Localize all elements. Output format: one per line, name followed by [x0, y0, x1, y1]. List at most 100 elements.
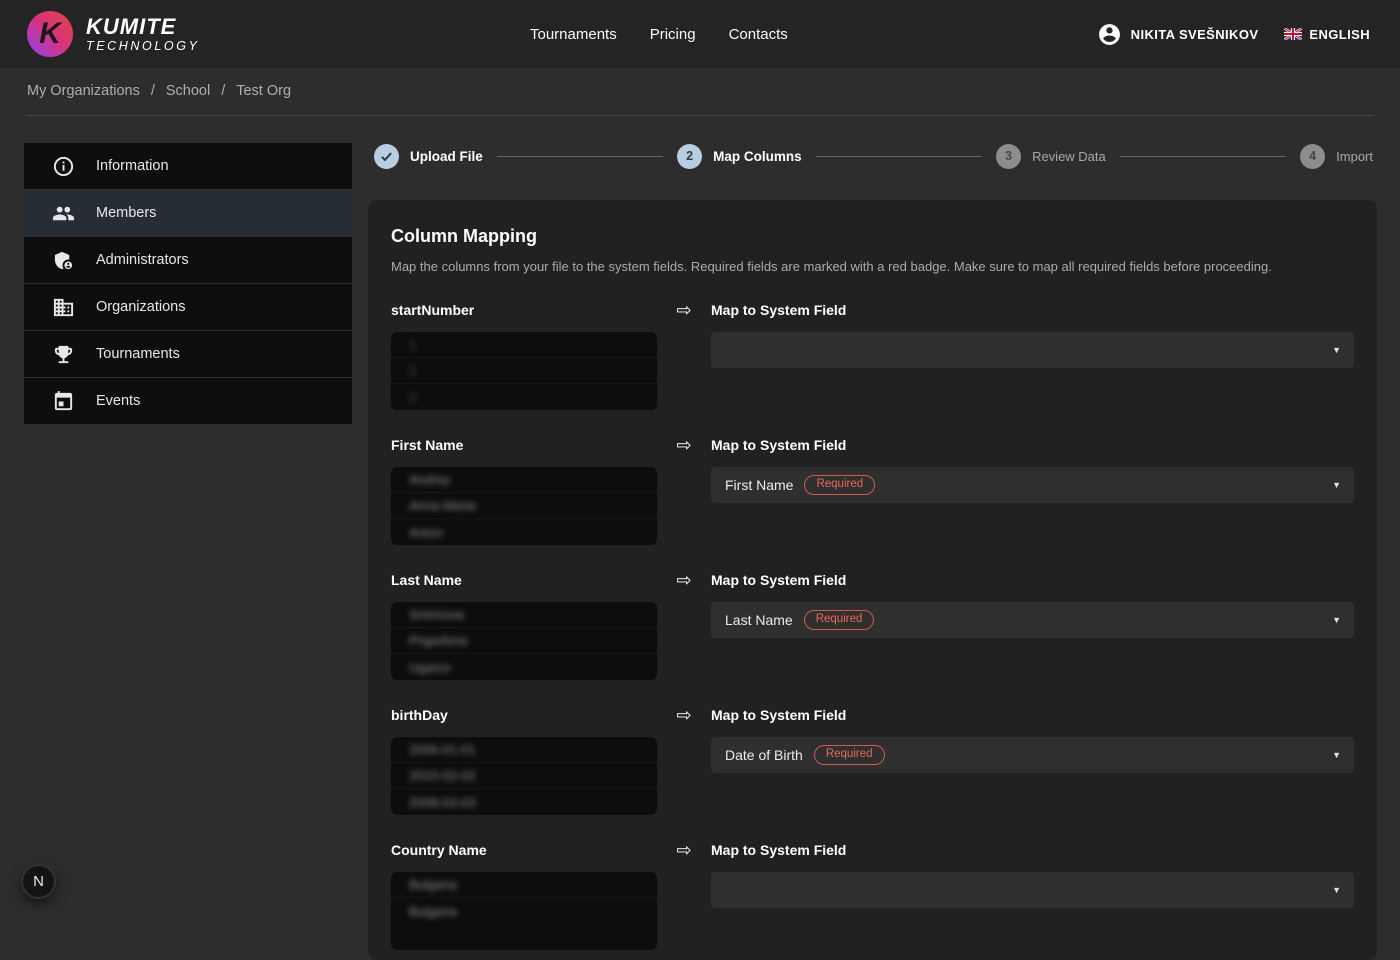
required-badge: Required: [804, 610, 875, 631]
column-mapping-panel: Column Mapping Map the columns from your…: [368, 200, 1377, 960]
source-column-name: Last Name: [391, 572, 657, 588]
sample-values-box: Bulgaria Bulgaria: [391, 872, 657, 950]
sample-values-box: Smirnova Prigorkina Ugarov: [391, 602, 657, 680]
sample-value-blurred: 2010-02-02: [409, 768, 476, 783]
step-label: Upload File: [410, 149, 483, 164]
sidebar-item-label: Administrators: [96, 252, 189, 268]
system-field-select[interactable]: Date of Birth Required ▼: [711, 737, 1354, 773]
breadcrumb-my-organizations[interactable]: My Organizations: [27, 83, 140, 99]
sample-value-blurred: 2006-01-01: [409, 742, 476, 757]
stepper-connector: [497, 156, 663, 157]
nav-link-contacts[interactable]: Contacts: [729, 26, 788, 43]
step-label: Import: [1336, 149, 1373, 164]
panel-description: Map the columns from your file to the sy…: [391, 259, 1354, 274]
sidebar-item-label: Members: [96, 205, 156, 221]
step-upload-file[interactable]: Upload File: [374, 144, 483, 169]
breadcrumb-separator: /: [151, 83, 155, 99]
breadcrumb-school[interactable]: School: [166, 83, 210, 99]
panel-title: Column Mapping: [391, 226, 1354, 247]
selected-field-value: Last Name: [725, 612, 793, 628]
sidebar-item-tournaments[interactable]: Tournaments: [24, 331, 352, 377]
arrow-right-icon: ⇨: [657, 301, 711, 319]
mapping-row-birthday: birthDay ⇨ Map to System Field 2006-01-0…: [391, 706, 1354, 815]
source-column-name: startNumber: [391, 302, 657, 318]
mapping-row-startnumber: startNumber ⇨ Map to System Field 1 2 3 …: [391, 301, 1354, 410]
required-badge: Required: [804, 475, 875, 496]
step-label: Map Columns: [713, 149, 802, 164]
sample-value-blurred: Prigorkina: [409, 633, 468, 648]
sidebar-item-label: Tournaments: [96, 346, 180, 362]
step-map-columns[interactable]: 2 Map Columns: [677, 144, 802, 169]
kumite-logo-icon: K: [27, 11, 73, 57]
sample-value-blurred: Anna Maria: [409, 498, 475, 513]
members-icon: [52, 202, 75, 225]
floating-widget-button[interactable]: N: [21, 864, 56, 899]
arrow-right-icon: ⇨: [657, 436, 711, 454]
language-label: ENGLISH: [1309, 27, 1370, 42]
chevron-down-icon: ▼: [1332, 345, 1341, 355]
chevron-down-icon: ▼: [1332, 750, 1341, 760]
system-field-select[interactable]: First Name Required ▼: [711, 467, 1354, 503]
sample-value-blurred: Bulgaria: [409, 904, 457, 919]
step-number: 2: [677, 144, 702, 169]
building-icon: [52, 296, 75, 319]
step-check-icon: [374, 144, 399, 169]
source-column-name: birthDay: [391, 707, 657, 723]
arrow-right-icon: ⇨: [657, 841, 711, 859]
selected-field-value: First Name: [725, 477, 793, 493]
step-number: 3: [996, 144, 1021, 169]
nav-link-pricing[interactable]: Pricing: [650, 26, 696, 43]
logo-monogram: K: [39, 19, 61, 49]
sample-value-blurred: Smirnova: [409, 607, 464, 622]
sample-value-blurred: Ugarov: [409, 660, 451, 675]
sample-value-blurred: Anton: [409, 525, 443, 540]
brand-logo[interactable]: K KUMITE TECHNOLOGY: [27, 0, 200, 68]
breadcrumb-bar: My Organizations / School / Test Org: [0, 68, 1400, 116]
map-to-system-field-label: Map to System Field: [711, 707, 1354, 723]
map-to-system-field-label: Map to System Field: [711, 572, 1354, 588]
nav-link-tournaments[interactable]: Tournaments: [530, 26, 617, 43]
sidebar-item-information[interactable]: Information: [24, 143, 352, 189]
system-field-select[interactable]: Last Name Required ▼: [711, 602, 1354, 638]
map-to-system-field-label: Map to System Field: [711, 842, 1354, 858]
chevron-down-icon: ▼: [1332, 480, 1341, 490]
mapping-row-country-name: Country Name ⇨ Map to System Field Bulga…: [391, 841, 1354, 950]
system-field-select[interactable]: ▼: [711, 872, 1354, 908]
stepper-connector: [1120, 156, 1286, 157]
chevron-down-icon: ▼: [1332, 615, 1341, 625]
sidebar-item-members[interactable]: Members: [24, 190, 352, 236]
sample-value-blurred: 1: [409, 337, 416, 352]
calendar-icon: [52, 390, 75, 413]
sample-value-blurred: Bulgaria: [409, 877, 457, 892]
sidebar-item-events[interactable]: Events: [24, 378, 352, 424]
sample-values-box: Andrey Anna Maria Anton: [391, 467, 657, 545]
brand-subtitle: TECHNOLOGY: [86, 39, 200, 53]
sidebar-item-organizations[interactable]: Organizations: [24, 284, 352, 330]
arrow-right-icon: ⇨: [657, 571, 711, 589]
user-menu[interactable]: NIKITA SVEŠNIKOV: [1097, 22, 1259, 47]
step-import[interactable]: 4 Import: [1300, 144, 1373, 169]
top-navbar: K KUMITE TECHNOLOGY Tournaments Pricing …: [0, 0, 1400, 68]
breadcrumb: My Organizations / School / Test Org: [27, 83, 291, 99]
admin-shield-icon: [52, 249, 75, 272]
step-label: Review Data: [1032, 149, 1106, 164]
system-field-select[interactable]: ▼: [711, 332, 1354, 368]
selected-field-value: Date of Birth: [725, 747, 803, 763]
step-review-data[interactable]: 3 Review Data: [996, 144, 1106, 169]
breadcrumb-test-org[interactable]: Test Org: [236, 83, 291, 99]
sample-value-blurred: 2008-03-03: [409, 795, 476, 810]
org-sidebar: Information Members Administrators Organ…: [24, 143, 352, 425]
uk-flag-icon: [1284, 28, 1302, 40]
sidebar-item-administrators[interactable]: Administrators: [24, 237, 352, 283]
language-selector[interactable]: ENGLISH: [1284, 27, 1370, 42]
arrow-right-icon: ⇨: [657, 706, 711, 724]
step-number: 4: [1300, 144, 1325, 169]
account-circle-icon: [1097, 22, 1122, 47]
sidebar-item-label: Information: [96, 158, 169, 174]
sample-value-blurred: 3: [409, 390, 416, 405]
import-stepper: Upload File 2 Map Columns 3 Review Data …: [374, 143, 1373, 169]
brand-name: KUMITE: [86, 15, 200, 38]
sample-value-blurred: 2: [409, 363, 416, 378]
sample-value-blurred: Andrey: [409, 472, 450, 487]
breadcrumb-separator: /: [221, 83, 225, 99]
